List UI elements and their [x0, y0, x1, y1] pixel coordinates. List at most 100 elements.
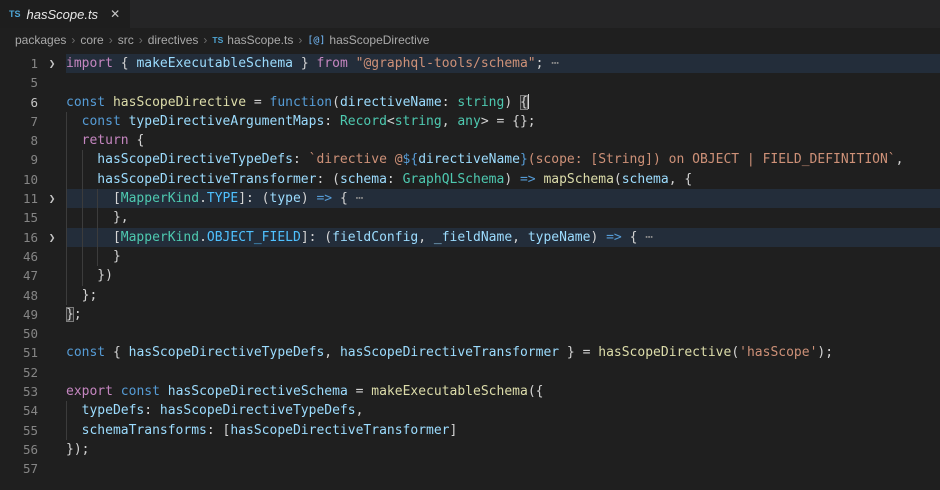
breadcrumb-item-packages[interactable]: packages — [15, 33, 66, 47]
code-token: => — [606, 230, 622, 245]
code-line-53[interactable]: 53export const hasScopeDirectiveSchema =… — [0, 382, 940, 401]
code-content[interactable]: hasScopeDirectiveTransformer: (schema: G… — [66, 170, 940, 189]
breadcrumb-label: hasScope.ts — [227, 33, 293, 47]
code-content[interactable] — [66, 73, 940, 92]
line-number: 51 — [0, 343, 38, 362]
code-token: hasScopeDirectiveTransformer — [230, 423, 449, 438]
close-icon[interactable]: ✕ — [110, 7, 120, 21]
code-token: const — [121, 384, 168, 399]
code-line-1[interactable]: 1❯import { makeExecutableSchema } from "… — [0, 54, 940, 73]
indent-guide — [66, 131, 67, 150]
code-content[interactable]: [MapperKind.OBJECT_FIELD]: (fieldConfig,… — [66, 228, 940, 247]
code-line-51[interactable]: 51 const { hasScopeDirectiveTypeDefs, has… — [0, 343, 940, 362]
fold-chevron-icon[interactable]: ❯ — [38, 189, 66, 208]
code-line-48[interactable]: 48}; — [0, 286, 940, 305]
code-token: export — [66, 384, 121, 399]
code-token: typeName — [528, 230, 591, 245]
code-text: schemaTransforms: [hasScopeDirectiveTran… — [66, 421, 457, 440]
fold-gutter — [38, 266, 66, 285]
code-token: ; — [74, 307, 82, 322]
code-text: }; — [66, 305, 82, 324]
code-content[interactable]: hasScopeDirectiveTypeDefs: `directive @$… — [66, 150, 940, 169]
code-token: } = — [559, 345, 598, 360]
code-token: typeDefs — [82, 403, 145, 418]
code-line-16[interactable]: 16❯[MapperKind.OBJECT_FIELD]: (fieldConf… — [0, 228, 940, 247]
fold-chevron-icon[interactable]: ❯ — [38, 54, 66, 73]
breadcrumb-item-hasscope-ts[interactable]: TShasScope.ts — [212, 33, 293, 47]
code-line-10[interactable]: 10 hasScopeDirectiveTransformer: (schema:… — [0, 170, 940, 189]
indent-guide — [82, 266, 83, 285]
code-content[interactable]: export const hasScopeDirectiveSchema = m… — [66, 382, 940, 401]
code-token: hasScopeDirective — [113, 95, 246, 110]
code-content[interactable]: [MapperKind.TYPE]: (type) => { ⋯ — [66, 189, 940, 208]
code-line-56[interactable]: 56}); — [0, 440, 940, 459]
breadcrumb-item-directives[interactable]: directives — [148, 33, 199, 47]
code-token: { — [136, 133, 144, 148]
code-line-50[interactable]: 50 — [0, 324, 940, 343]
code-text: const hasScopeDirective = function(direc… — [66, 93, 529, 112]
breadcrumb-item-core[interactable]: core — [80, 33, 103, 47]
code-content[interactable]: return { — [66, 131, 940, 150]
breadcrumb-item-src[interactable]: src — [118, 33, 134, 47]
code-line-52[interactable]: 52 — [0, 363, 940, 382]
code-token: ]: ( — [301, 230, 332, 245]
fold-gutter — [38, 459, 66, 478]
code-content[interactable]: }; — [66, 286, 940, 305]
code-line-46[interactable]: 46} — [0, 247, 940, 266]
code-line-11[interactable]: 11❯[MapperKind.TYPE]: (type) => { ⋯ — [0, 189, 940, 208]
code-line-57[interactable]: 57 — [0, 459, 940, 478]
code-line-47[interactable]: 47}) — [0, 266, 940, 285]
code-content[interactable] — [66, 363, 940, 382]
code-content[interactable]: import { makeExecutableSchema } from "@g… — [66, 54, 940, 73]
code-token: makeExecutableSchema — [371, 384, 528, 399]
code-token: => — [520, 172, 536, 187]
code-content[interactable]: }; — [66, 305, 940, 324]
code-token: { — [520, 95, 528, 110]
code-content[interactable]: }); — [66, 440, 940, 459]
code-token: OBJECT_FIELD — [207, 230, 301, 245]
code-token: hasScopeDirectiveTypeDefs — [97, 152, 293, 167]
text-cursor — [528, 94, 530, 109]
code-content[interactable]: const typeDirectiveArgumentMaps: Record<… — [66, 112, 940, 131]
code-line-6[interactable]: 6const hasScopeDirective = function(dire… — [0, 93, 940, 112]
code-token: hasScopeDirectiveTransformer — [340, 345, 559, 360]
code-token: schemaTransforms — [82, 423, 207, 438]
code-line-8[interactable]: 8return { — [0, 131, 940, 150]
code-content[interactable] — [66, 324, 940, 343]
line-number: 48 — [0, 286, 38, 305]
code-content[interactable]: const { hasScopeDirectiveTypeDefs, hasSc… — [66, 343, 940, 362]
code-content[interactable]: }) — [66, 266, 940, 285]
breadcrumb-item-hasscopedirective[interactable]: [@]hasScopeDirective — [307, 33, 429, 47]
indent-guide — [66, 170, 67, 189]
code-token: hasScopeDirectiveTypeDefs — [160, 403, 356, 418]
code-text: [MapperKind.OBJECT_FIELD]: (fieldConfig,… — [66, 228, 653, 247]
code-content[interactable] — [66, 459, 940, 478]
code-line-15[interactable]: 15}, — [0, 208, 940, 227]
code-token: string — [457, 95, 504, 110]
code-token: } — [66, 307, 74, 322]
code-content[interactable]: } — [66, 247, 940, 266]
code-line-7[interactable]: 7const typeDirectiveArgumentMaps: Record… — [0, 112, 940, 131]
code-line-55[interactable]: 55schemaTransforms: [hasScopeDirectiveTr… — [0, 421, 940, 440]
code-content[interactable]: }, — [66, 208, 940, 227]
code-line-54[interactable]: 54typeDefs: hasScopeDirectiveTypeDefs, — [0, 401, 940, 420]
code-line-49[interactable]: 49}; — [0, 305, 940, 324]
code-token: "@graphql-tools/schema" — [356, 56, 536, 71]
code-text: const { hasScopeDirectiveTypeDefs, hasSc… — [66, 343, 833, 362]
code-content[interactable]: typeDefs: hasScopeDirectiveTypeDefs, — [66, 401, 940, 420]
editor[interactable]: 1❯import { makeExecutableSchema } from "… — [0, 52, 940, 479]
indent-guide — [66, 247, 67, 266]
fold-chevron-icon[interactable]: ❯ — [38, 228, 66, 247]
code-line-9[interactable]: 9hasScopeDirectiveTypeDefs: `directive @… — [0, 150, 940, 169]
code-content[interactable]: const hasScopeDirective = function(direc… — [66, 93, 940, 112]
fold-gutter — [38, 112, 66, 131]
code-line-5[interactable]: 5 — [0, 73, 940, 92]
code-text: import { makeExecutableSchema } from "@g… — [66, 54, 559, 73]
code-token: : [ — [207, 423, 230, 438]
tab-hasscope[interactable]: TS hasScope.ts ✕ — [0, 0, 130, 28]
code-content[interactable]: schemaTransforms: [hasScopeDirectiveTran… — [66, 421, 940, 440]
code-token: , — [418, 230, 434, 245]
line-number: 10 — [0, 170, 38, 189]
code-token: = — [348, 384, 371, 399]
code-token: makeExecutableSchema — [136, 56, 293, 71]
